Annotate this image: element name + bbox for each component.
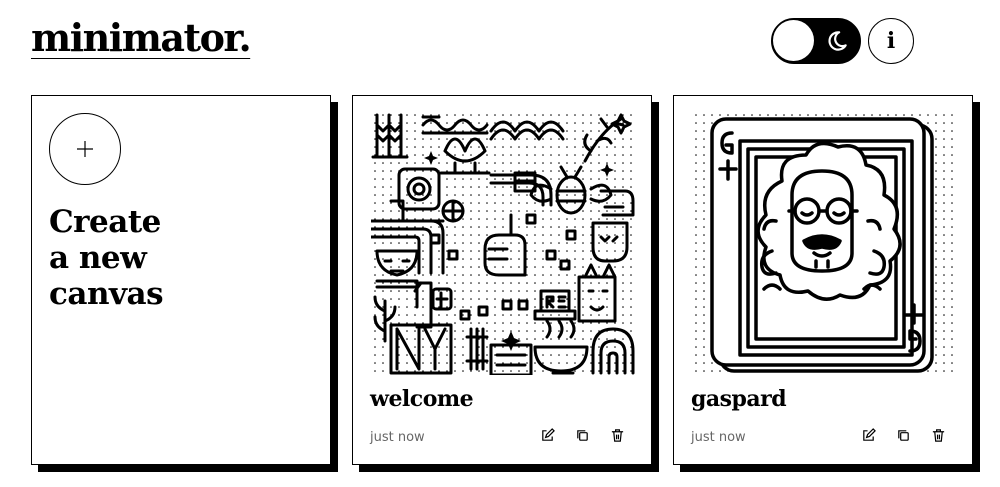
duplicate-icon[interactable] — [575, 428, 590, 443]
canvas-card-panel[interactable]: gaspard just now — [673, 95, 973, 465]
edit-icon[interactable] — [540, 428, 555, 443]
info-label: i — [886, 28, 896, 54]
moon-icon — [828, 31, 847, 51]
theme-toggle[interactable] — [771, 18, 861, 64]
card-actions — [861, 428, 946, 443]
duplicate-icon[interactable] — [896, 428, 911, 443]
create-line: Create — [49, 204, 161, 240]
canvas-timestamp: just now — [691, 430, 746, 445]
canvas-card[interactable]: welcome just now — [352, 95, 659, 472]
info-button[interactable]: i — [868, 18, 914, 64]
canvas-card-panel[interactable]: welcome just now — [352, 95, 652, 465]
canvas-title[interactable]: gaspard — [691, 386, 787, 412]
app-logo[interactable]: minimator. — [31, 14, 252, 62]
welcome-artwork[interactable] — [371, 111, 635, 375]
canvas-card[interactable]: gaspard just now — [673, 95, 980, 472]
create-line: canvas — [49, 276, 164, 312]
plus-icon[interactable] — [49, 113, 121, 185]
create-canvas-title[interactable]: Create a new canvas — [49, 204, 309, 312]
gaspard-card-artwork[interactable] — [692, 111, 956, 375]
card-actions — [540, 428, 625, 443]
edit-icon[interactable] — [861, 428, 876, 443]
new-canvas-panel[interactable]: Create a new canvas — [31, 95, 331, 465]
toggle-knob — [773, 20, 814, 61]
new-canvas-card[interactable]: Create a new canvas — [31, 95, 338, 472]
canvas-timestamp: just now — [370, 430, 425, 445]
delete-icon[interactable] — [931, 428, 946, 443]
canvas-title[interactable]: welcome — [370, 386, 474, 412]
delete-icon[interactable] — [610, 428, 625, 443]
create-line: a new — [49, 240, 147, 276]
